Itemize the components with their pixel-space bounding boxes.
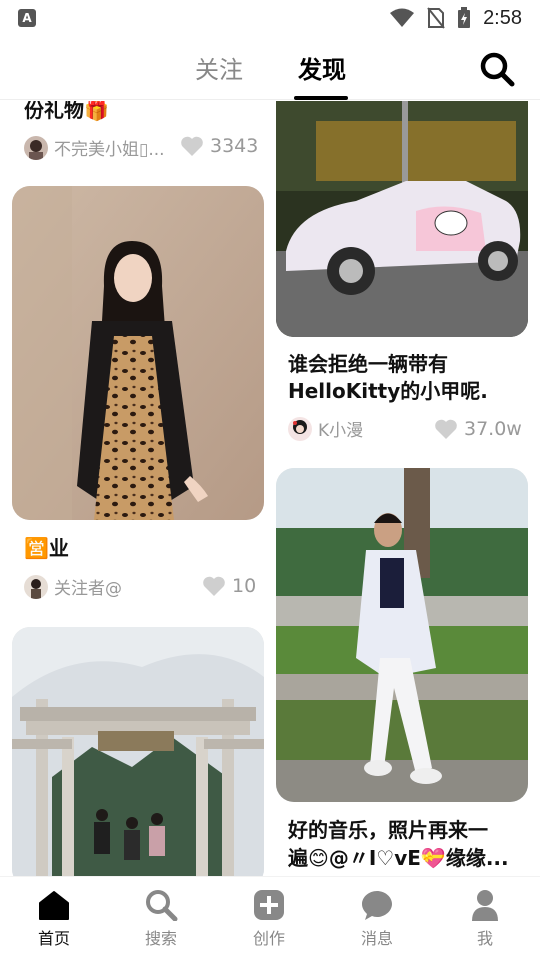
active-tab-indicator [294,96,348,100]
photo-mountain-gate [12,627,264,876]
heart-icon[interactable] [202,575,226,597]
no-sim-icon [427,7,445,29]
like-count-value: 3343 [210,135,259,157]
post-author[interactable]: K小漫 [288,416,363,441]
post-author[interactable]: 关注者@ [24,574,122,599]
heart-icon[interactable] [180,135,204,157]
heart-icon[interactable] [434,418,458,440]
like-count[interactable]: 3343 [180,135,258,157]
nav-messages[interactable]: 消息 [337,889,417,949]
post-image[interactable] [276,468,528,802]
nav-messages-label: 消息 [360,929,393,948]
post-title[interactable]: 好的音乐，照片再来一 [288,815,488,845]
like-count-value: 37.0w [464,418,522,440]
bottom-navigation: 首页 搜索 创作 消息 我 [0,876,540,960]
post-title[interactable]: 遍😊@〃I♡vE💝缘缘... [288,843,509,873]
like-count-value: 10 [232,575,257,597]
chat-bubble-icon [362,891,392,920]
search-icon [146,890,178,921]
wifi-icon [390,8,415,27]
author-name: 不完美小姐▯... [54,140,165,160]
nav-search-label: 搜索 [144,929,177,948]
app-notification-icon: A [18,9,36,27]
post-image[interactable] [12,186,264,520]
photo-girl-in-park [276,468,528,802]
avatar[interactable] [24,135,48,160]
photo-hellokitty-car [276,101,528,337]
nav-search[interactable]: 搜索 [121,889,201,949]
nav-create-label: 创作 [252,929,285,948]
post-image[interactable] [12,627,264,876]
post-title[interactable]: 🈺业 [24,533,69,563]
tab-follow[interactable]: 关注 [195,50,243,85]
status-time: 2:58 [483,6,522,29]
post-title[interactable]: HelloKitty的小甲呢. [288,376,488,406]
avatar[interactable] [24,574,48,599]
post-title[interactable]: 份礼物🎁 [24,101,109,125]
nav-home[interactable]: 首页 [14,889,94,949]
home-icon [39,891,69,920]
author-name: 关注者@ [54,579,122,599]
post-author[interactable]: 不完美小姐▯... [24,135,165,160]
like-count[interactable]: 10 [202,575,256,597]
status-bar: A 2:58 [0,0,540,36]
battery-charging-icon [458,7,471,28]
avatar[interactable] [288,416,312,441]
nav-me[interactable]: 我 [445,889,525,949]
photo-woman-leopard-dress [12,186,264,520]
plus-square-icon [254,890,284,920]
nav-me-label: 我 [476,929,493,948]
nav-home-label: 首页 [37,929,70,948]
post-title[interactable]: 谁会拒绝一辆带有 [288,349,448,379]
author-name: K小漫 [318,421,364,441]
discover-feed[interactable]: 份礼物🎁 不完美小姐▯... 3343 🈺业 关注者@ 10 谁会拒绝一辆带有 … [0,101,540,876]
nav-create[interactable]: 创作 [229,889,309,949]
user-icon [472,890,498,921]
post-image[interactable] [276,101,528,337]
like-count[interactable]: 37.0w [434,418,522,440]
top-tab-bar: 关注 发现 [0,36,540,100]
tab-discover[interactable]: 发现 [298,50,346,85]
search-icon[interactable] [478,50,516,88]
